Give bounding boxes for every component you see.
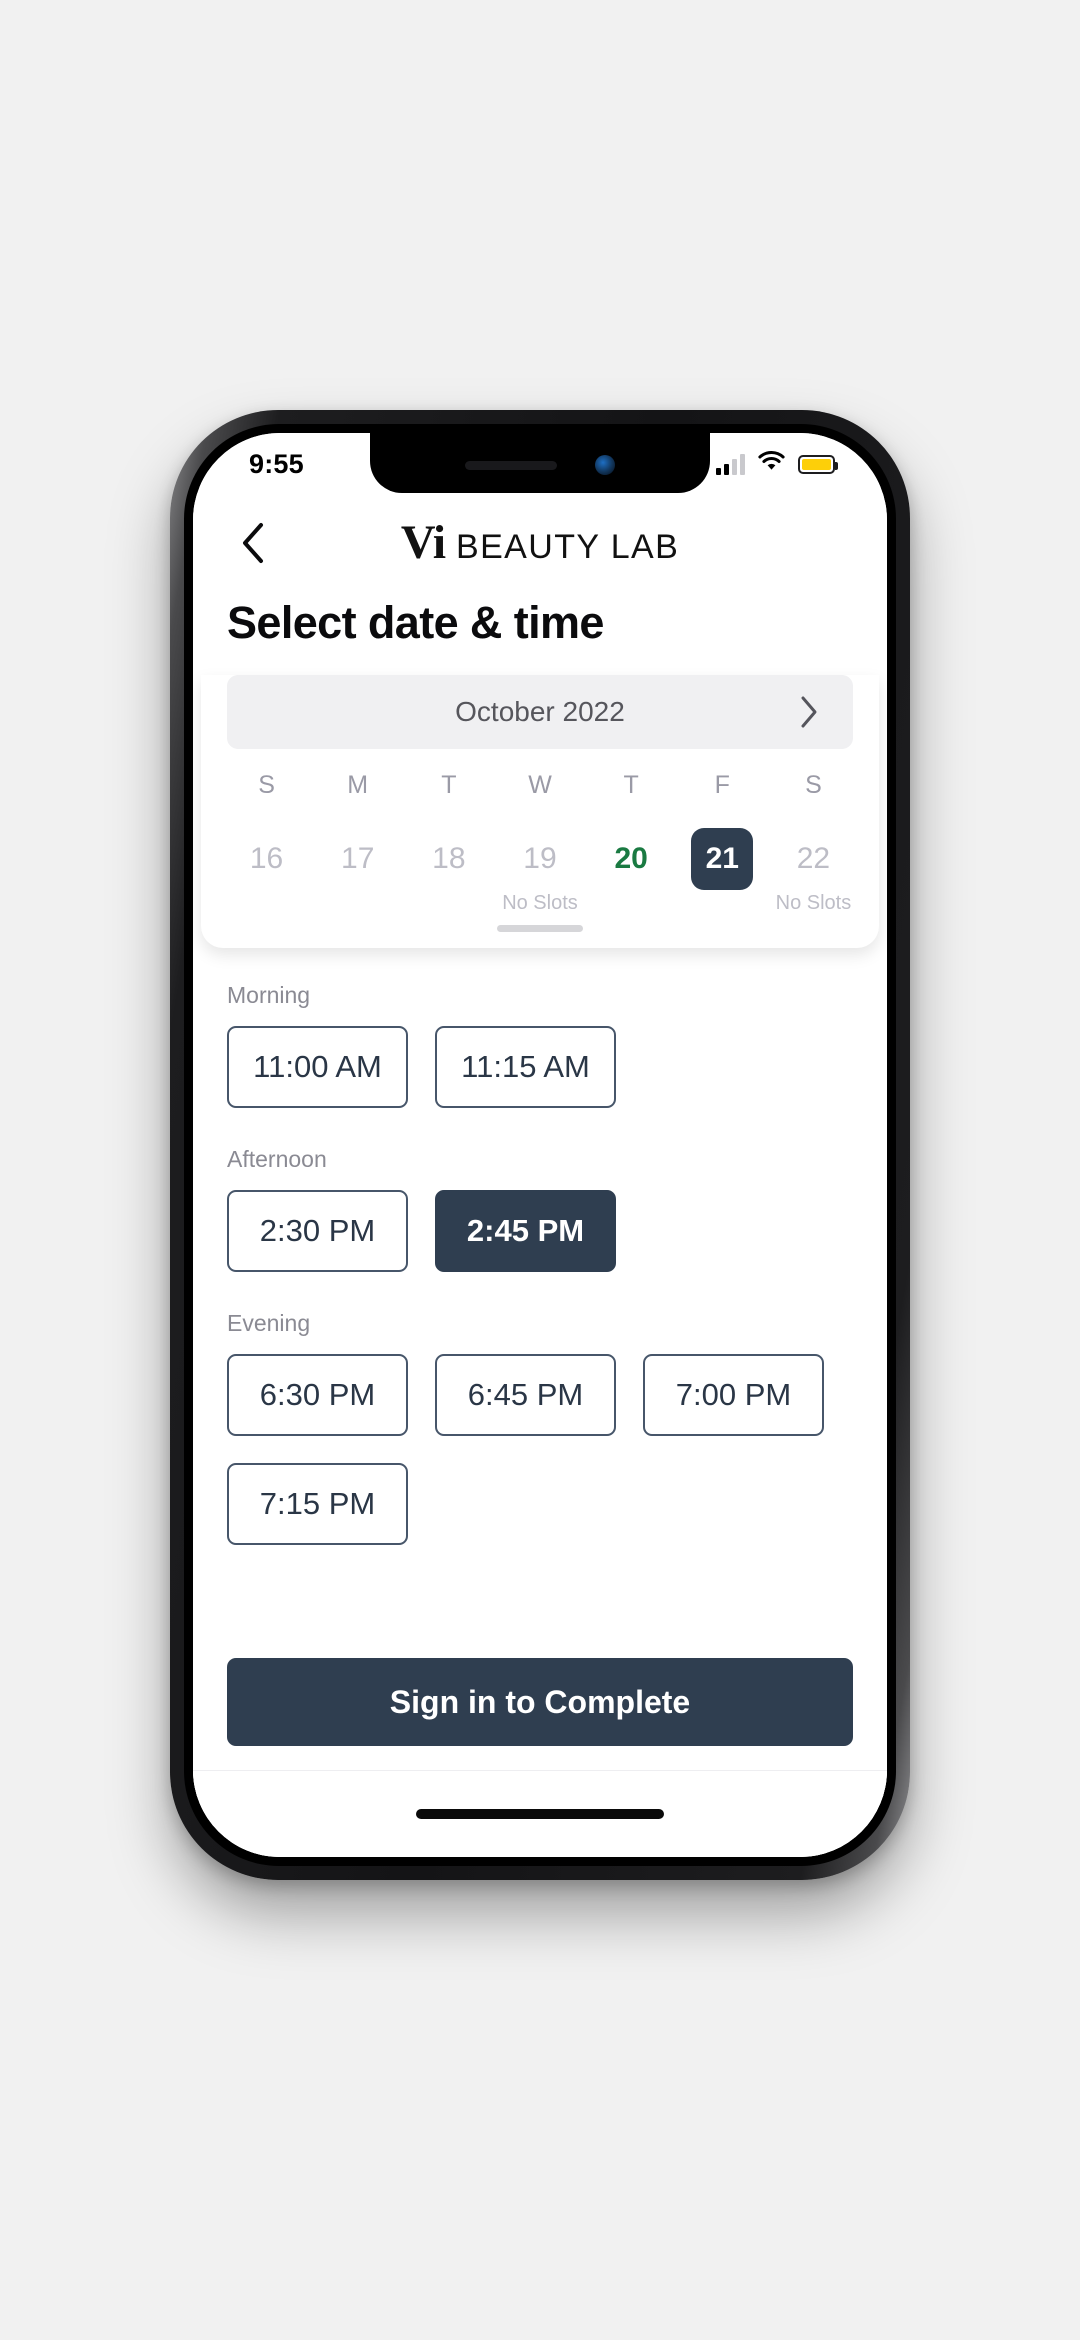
- weekday-row: S M T W T F S: [201, 771, 879, 800]
- phone-bezel: 9:55 Vi BEAUTY LAB Select date & time Oc…: [184, 424, 896, 1866]
- time-slot-chip[interactable]: 6:30 PM: [227, 1354, 408, 1436]
- weekday-label: F: [714, 771, 730, 799]
- front-camera-icon: [595, 455, 615, 475]
- date-cell[interactable]: 20: [586, 816, 677, 913]
- month-label: October 2022: [455, 696, 625, 727]
- speaker-grille-icon: [465, 460, 557, 470]
- app-header: Vi BEAUTY LAB: [193, 495, 887, 591]
- time-slot-chip-selected[interactable]: 2:45 PM: [435, 1190, 616, 1272]
- weekday-label: M: [347, 771, 369, 799]
- month-selector[interactable]: October 2022: [227, 675, 853, 749]
- time-slot-chip[interactable]: 6:45 PM: [435, 1354, 616, 1436]
- phone-frame: 9:55 Vi BEAUTY LAB Select date & time Oc…: [170, 410, 910, 1880]
- sign-in-to-complete-button[interactable]: Sign in to Complete: [227, 1658, 853, 1746]
- time-slot-chip[interactable]: 11:00 AM: [227, 1026, 408, 1108]
- date-number: 21: [691, 828, 754, 890]
- home-bar-area: [193, 1771, 887, 1857]
- slot-group-evening: Evening 6:30 PM 6:45 PM 7:00 PM 7:15 PM: [227, 1310, 853, 1545]
- time-slot-chip[interactable]: 7:15 PM: [227, 1463, 408, 1545]
- weekday-label: S: [258, 771, 275, 799]
- date-number: 17: [341, 842, 375, 875]
- weekday-label: S: [805, 771, 822, 799]
- slot-group-afternoon: Afternoon 2:30 PM 2:45 PM: [227, 1146, 853, 1272]
- chevron-left-icon: [243, 523, 263, 563]
- cellular-signal-icon: [716, 453, 745, 475]
- date-cell[interactable]: 16: [221, 816, 312, 913]
- date-number: 16: [249, 842, 284, 875]
- slot-list: 2:30 PM 2:45 PM: [227, 1190, 853, 1272]
- date-number: 18: [432, 842, 466, 875]
- date-cell[interactable]: 19 No Slots: [494, 816, 585, 913]
- weekday-label: T: [441, 771, 457, 799]
- calendar-card: October 2022 S M T W T F S 16 17 18 19 N…: [201, 675, 879, 948]
- status-icons: [716, 451, 838, 477]
- date-number: 19: [523, 842, 557, 875]
- date-number: 20: [614, 842, 648, 875]
- time-slots-area: Morning 11:00 AM 11:15 AM Afternoon 2:30…: [193, 948, 887, 1658]
- slot-group-label: Morning: [227, 982, 311, 1008]
- page-title: Select date & time: [227, 597, 604, 648]
- brand-name: BEAUTY LAB: [456, 528, 680, 566]
- wifi-icon: [758, 451, 785, 477]
- time-slot-chip[interactable]: 11:15 AM: [435, 1026, 616, 1108]
- date-cell[interactable]: 22 No Slots: [768, 816, 859, 913]
- slot-group-label: Afternoon: [227, 1146, 327, 1172]
- date-cell[interactable]: 18: [403, 816, 494, 913]
- status-time: 9:55: [249, 448, 304, 479]
- time-slot-chip[interactable]: 7:00 PM: [643, 1354, 824, 1436]
- phone-screen: 9:55 Vi BEAUTY LAB Select date & time Oc…: [193, 433, 887, 1857]
- notch: [370, 433, 710, 493]
- slot-group-morning: Morning 11:00 AM 11:15 AM: [227, 982, 853, 1108]
- date-number: 22: [796, 842, 831, 875]
- battery-icon: [798, 454, 838, 474]
- back-button[interactable]: [227, 517, 279, 569]
- brand-mark: Vi: [400, 516, 446, 569]
- footer-cta-area: Sign in to Complete: [193, 1658, 887, 1770]
- date-row: 16 17 18 19 No Slots 20 21 22 No Slots: [201, 816, 879, 913]
- slot-list: 11:00 AM 11:15 AM: [227, 1026, 853, 1108]
- weekday-label: W: [528, 771, 552, 799]
- brand-logo: Vi BEAUTY LAB: [193, 519, 887, 567]
- home-indicator[interactable]: [416, 1809, 664, 1819]
- time-slot-chip[interactable]: 2:30 PM: [227, 1190, 408, 1272]
- date-status-label: No Slots: [502, 892, 578, 914]
- weekday-label: T: [623, 771, 639, 799]
- app-content: Vi BEAUTY LAB Select date & time October…: [193, 433, 887, 1857]
- slot-group-label: Evening: [227, 1310, 311, 1336]
- chevron-right-icon: [801, 696, 817, 728]
- date-status-label: No Slots: [775, 892, 852, 914]
- next-month-button[interactable]: [787, 690, 831, 734]
- slot-list: 6:30 PM 6:45 PM 7:00 PM 7:15 PM: [227, 1354, 853, 1545]
- date-cell-selected[interactable]: 21: [677, 816, 768, 913]
- date-cell[interactable]: 17: [312, 816, 403, 913]
- calendar-drag-handle[interactable]: [497, 925, 583, 932]
